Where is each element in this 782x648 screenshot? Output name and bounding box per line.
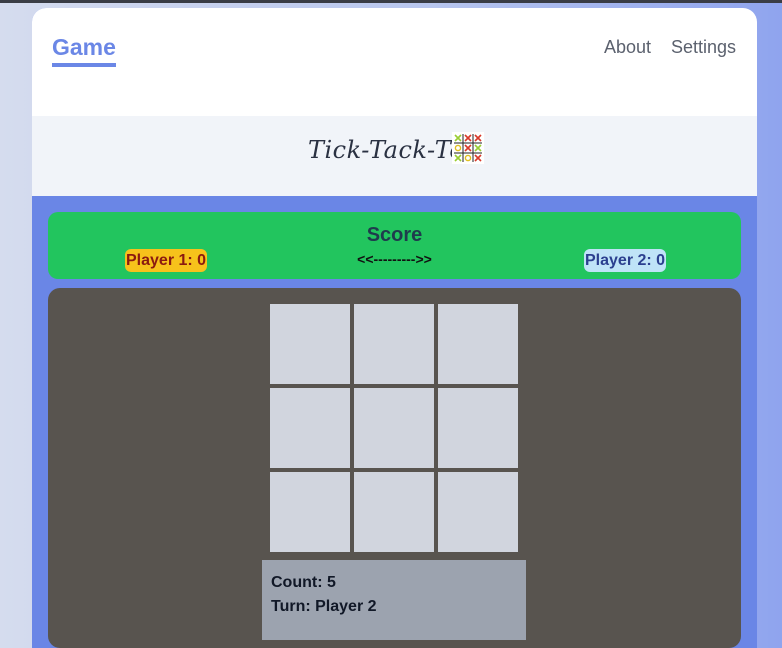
app-card: Game About Settings Tick-Tack-Toe Score …: [32, 8, 757, 648]
player2-score-badge: Player 2: 0: [584, 249, 667, 272]
tic-tac-toe-icon: [452, 132, 484, 164]
title-banner: Tick-Tack-Toe: [32, 116, 757, 196]
score-title: Score: [366, 224, 423, 246]
game-status-panel: Count: 5 Turn: Player 2: [262, 560, 526, 640]
game-board: [270, 304, 518, 552]
move-count: Count: 5: [271, 574, 336, 591]
board-cell-8[interactable]: [354, 472, 434, 552]
board-cell-9[interactable]: [438, 472, 518, 552]
board-cell-5[interactable]: [354, 388, 434, 468]
nav-settings-link[interactable]: Settings: [671, 37, 736, 58]
board-panel: Count: 5 Turn: Player 2: [48, 288, 741, 648]
scoreboard: Score Player 1: 0 <<--------->> Player 2…: [48, 212, 741, 279]
nav-about-link[interactable]: About: [604, 37, 651, 58]
board-cell-4[interactable]: [270, 388, 350, 468]
navbar: Game About Settings: [32, 8, 757, 116]
board-cell-1[interactable]: [270, 304, 350, 384]
board-cell-7[interactable]: [270, 472, 350, 552]
window-top-edge: [0, 0, 782, 3]
board-cell-2[interactable]: [354, 304, 434, 384]
board-cell-3[interactable]: [438, 304, 518, 384]
board-cell-6[interactable]: [438, 388, 518, 468]
nav-game-link[interactable]: Game: [52, 34, 116, 67]
current-turn: Turn: Player 2: [271, 598, 377, 615]
